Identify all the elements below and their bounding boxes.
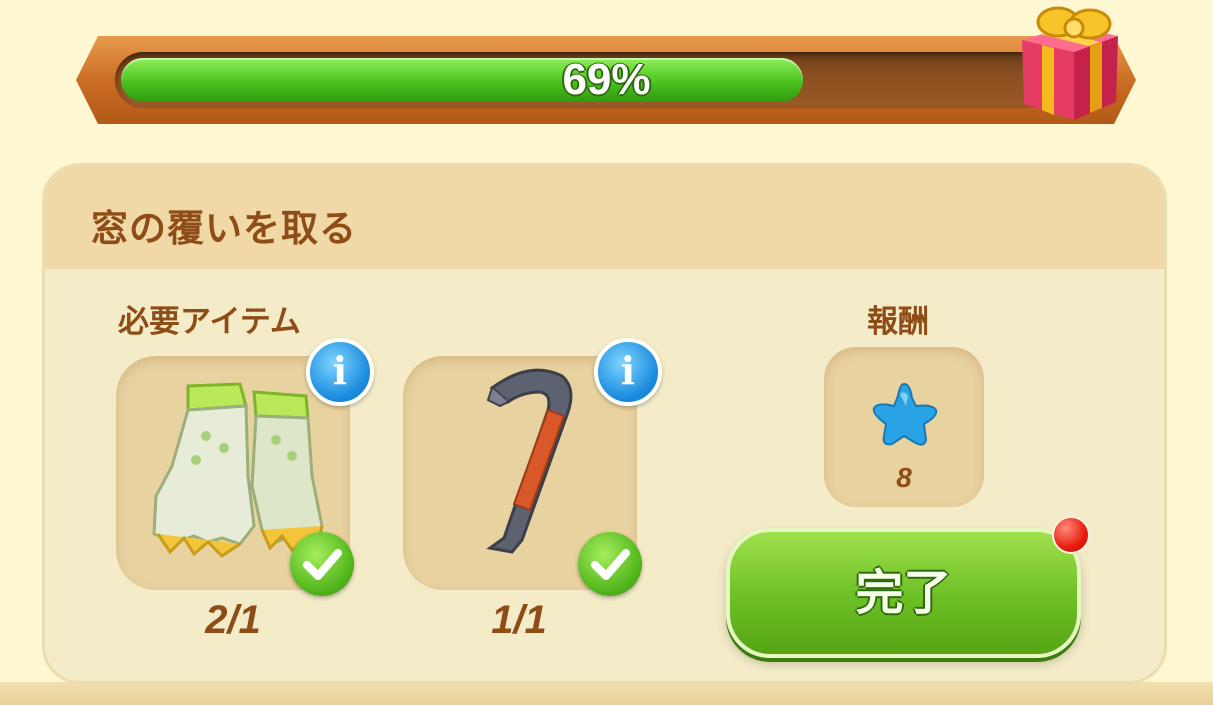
reward-value: 8 xyxy=(896,462,912,493)
gift-box-icon[interactable] xyxy=(1014,0,1124,122)
required-items-label: 必要アイテム xyxy=(118,304,301,340)
complete-button[interactable]: 完了 xyxy=(726,528,1081,658)
info-button-gloves[interactable]: i xyxy=(306,338,374,406)
info-button-crowbar[interactable]: i xyxy=(594,338,662,406)
crowbar-icon xyxy=(486,368,573,554)
reward-label: 報酬 xyxy=(867,304,929,340)
notification-dot xyxy=(1052,516,1090,554)
bottom-strip xyxy=(0,682,1213,705)
gloves-icon xyxy=(152,382,324,558)
blue-star-icon xyxy=(872,382,938,446)
task-title: 窓の覆いを取る xyxy=(91,207,357,250)
complete-button-label: 完了 xyxy=(855,565,952,621)
check-icon xyxy=(578,532,642,596)
item-count-gloves: 2/1 xyxy=(205,598,261,642)
item-count-crowbar: 1/1 xyxy=(491,598,547,642)
check-icon xyxy=(290,532,354,596)
